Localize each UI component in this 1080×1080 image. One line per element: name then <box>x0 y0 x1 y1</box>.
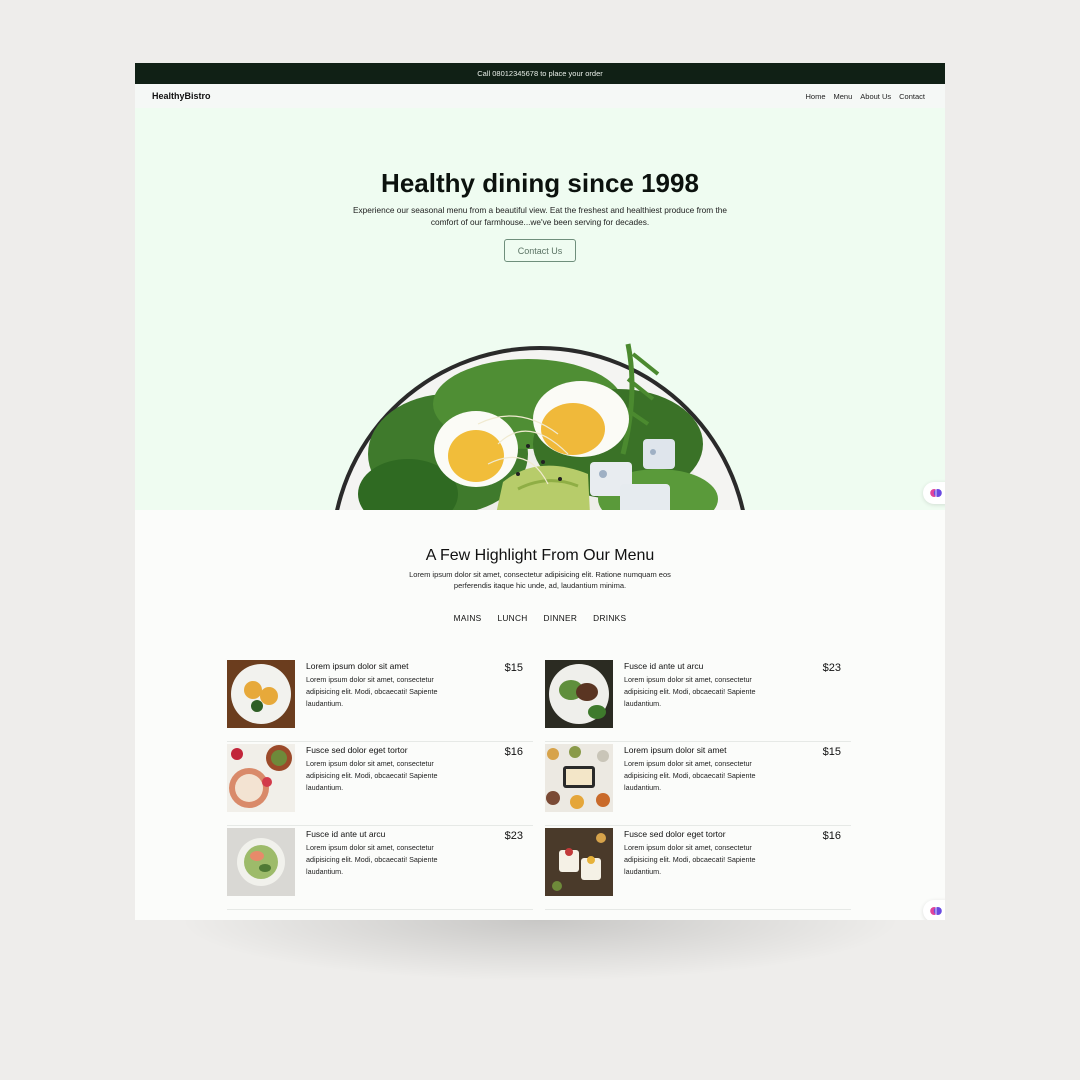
salad-bowl-image <box>335 343 745 510</box>
menu-item-name: Fusce sed dolor eget tortor <box>306 745 408 755</box>
nav-link-contact[interactable]: Contact <box>899 92 925 101</box>
website-frame: Call 08012345678 to place your order Hea… <box>135 63 945 920</box>
menu-heading: A Few Highlight From Our Menu <box>425 547 655 564</box>
menu-item-photo <box>227 660 295 728</box>
menu-item-name: Lorem ipsum dolor sit amet <box>624 745 727 755</box>
assistant-button[interactable] <box>923 482 945 504</box>
brand-logo[interactable]: HealthyBistro <box>152 91 211 101</box>
menu-item[interactable]: Fusce sed dolor eget tortor Lorem ipsum … <box>227 742 533 826</box>
menu-item-description: Lorem ipsum dolor sit amet, consectetur … <box>624 759 756 792</box>
hero-section: Healthy dining since 1998 Experience our… <box>135 108 945 510</box>
brain-icon <box>930 907 942 915</box>
menu-item-description: Lorem ipsum dolor sit amet, consectetur … <box>306 759 438 792</box>
menu-item-photo <box>227 744 295 812</box>
nav-links: Home Menu About Us Contact <box>806 92 926 101</box>
menu-item[interactable]: Fusce id ante ut arcu Lorem ipsum dolor … <box>227 826 533 910</box>
menu-item-name: Fusce sed dolor eget tortor <box>624 829 726 839</box>
hero-subtitle: Experience our seasonal menu from a beau… <box>352 205 728 227</box>
nav-link-about-us[interactable]: About Us <box>860 92 891 101</box>
menu-item-photo <box>545 744 613 812</box>
menu-item-price: $23 <box>822 662 841 674</box>
nav-link-menu[interactable]: Menu <box>834 92 853 101</box>
menu-item-price: $15 <box>822 746 841 758</box>
tab-dinner[interactable]: DINNER <box>544 613 578 623</box>
menu-item-photo <box>545 660 613 728</box>
menu-section: A Few Highlight From Our Menu Lorem ipsu… <box>135 510 945 920</box>
announcement-bar: Call 08012345678 to place your order <box>135 63 945 84</box>
tab-lunch[interactable]: LUNCH <box>497 613 527 623</box>
menu-item[interactable]: Lorem ipsum dolor sit amet Lorem ipsum d… <box>545 742 851 826</box>
menu-item[interactable]: Fusce sed dolor eget tortor Lorem ipsum … <box>545 826 851 910</box>
menu-intro: Lorem ipsum dolor sit amet, consectetur … <box>409 570 671 590</box>
navbar: HealthyBistro Home Menu About Us Contact <box>135 84 945 108</box>
nav-link-home[interactable]: Home <box>806 92 826 101</box>
contact-us-button[interactable]: Contact Us <box>504 239 576 262</box>
menu-item-name: Lorem ipsum dolor sit amet <box>306 661 409 671</box>
brain-icon <box>930 489 942 497</box>
menu-tabs: MAINS LUNCH DINNER DRINKS <box>135 613 945 623</box>
menu-item-price: $16 <box>504 746 523 758</box>
menu-item-description: Lorem ipsum dolor sit amet, consectetur … <box>624 675 756 708</box>
menu-item-price: $15 <box>504 662 523 674</box>
menu-item-price: $16 <box>822 830 841 842</box>
announcement-text: Call 08012345678 to place your order <box>477 69 603 78</box>
menu-item[interactable]: Lorem ipsum dolor sit amet Lorem ipsum d… <box>227 658 533 742</box>
menu-item-description: Lorem ipsum dolor sit amet, consectetur … <box>624 843 756 876</box>
menu-item-photo <box>227 828 295 896</box>
tab-drinks[interactable]: DRINKS <box>593 613 626 623</box>
menu-item-description: Lorem ipsum dolor sit amet, consectetur … <box>306 843 438 876</box>
menu-item-name: Fusce id ante ut arcu <box>624 661 704 671</box>
tab-mains[interactable]: MAINS <box>454 613 482 623</box>
menu-item-name: Fusce id ante ut arcu <box>306 829 386 839</box>
assistant-button[interactable] <box>923 900 945 920</box>
menu-item-photo <box>545 828 613 896</box>
menu-item[interactable]: Fusce id ante ut arcu Lorem ipsum dolor … <box>545 658 851 742</box>
hero-title: Healthy dining since 1998 <box>381 168 699 198</box>
menu-item-price: $23 <box>504 830 523 842</box>
menu-item-description: Lorem ipsum dolor sit amet, consectetur … <box>306 675 438 708</box>
